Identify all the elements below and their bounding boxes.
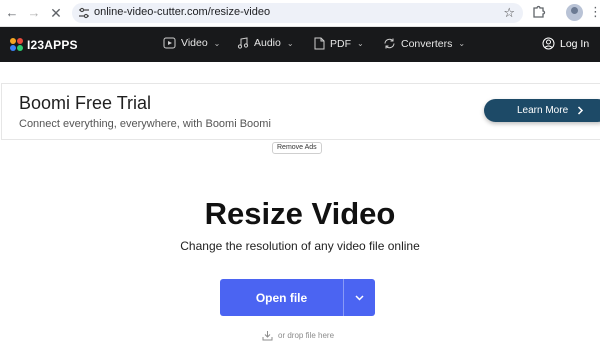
ad-title[interactable]: Boomi Free Trial bbox=[19, 93, 151, 114]
document-icon bbox=[314, 37, 325, 50]
drop-hint-text: or drop file here bbox=[278, 331, 335, 340]
logo[interactable]: I23APPS bbox=[10, 37, 78, 53]
learn-more-label: Learn More bbox=[517, 105, 569, 116]
open-file-dropdown-button[interactable] bbox=[344, 279, 375, 316]
open-file-button-group: Open file bbox=[220, 279, 375, 316]
site-header: I23APPS Video ⌄ Audio ⌄ PDF ⌄ Converters… bbox=[0, 27, 600, 62]
back-arrow-icon[interactable]: ← bbox=[4, 5, 20, 21]
ad-subtitle: Connect everything, everywhere, with Boo… bbox=[19, 118, 271, 130]
address-bar[interactable]: online-video-cutter.com/resize-video ☆ bbox=[72, 3, 523, 23]
logo-dots-icon bbox=[10, 38, 24, 52]
drop-zone-hint: or drop file here bbox=[262, 330, 334, 341]
nav-item-pdf[interactable]: PDF ⌄ bbox=[314, 37, 364, 50]
remove-ads-button[interactable]: Remove Ads bbox=[272, 142, 322, 154]
forward-arrow-icon[interactable]: → bbox=[26, 5, 42, 21]
nav-label-audio: Audio bbox=[254, 37, 281, 49]
page-subtitle: Change the resolution of any video file … bbox=[180, 239, 420, 253]
chevron-down-icon: ⌄ bbox=[458, 39, 466, 48]
nav-item-converters[interactable]: Converters ⌄ bbox=[383, 37, 465, 50]
nav-label-converters: Converters bbox=[401, 37, 453, 50]
login-button[interactable]: Log In bbox=[542, 37, 589, 50]
open-file-button[interactable]: Open file bbox=[220, 279, 343, 316]
convert-icon bbox=[384, 38, 395, 49]
profile-avatar[interactable] bbox=[566, 4, 583, 21]
url-text[interactable]: online-video-cutter.com/resize-video bbox=[94, 6, 270, 18]
chevron-down-icon bbox=[355, 294, 364, 301]
chevron-down-icon: ⌄ bbox=[213, 38, 221, 48]
browser-menu-icon[interactable]: ⋮ bbox=[589, 4, 600, 20]
extensions-puzzle-icon[interactable] bbox=[532, 4, 546, 20]
site-settings-icon[interactable] bbox=[78, 7, 90, 19]
nav-label-video: Video bbox=[181, 37, 208, 49]
login-label: Log In bbox=[560, 37, 590, 50]
user-circle-icon bbox=[542, 37, 555, 50]
nav-label-pdf: PDF bbox=[330, 37, 351, 50]
nav-item-video[interactable]: Video ⌄ bbox=[163, 37, 220, 49]
video-icon bbox=[163, 37, 176, 49]
chevron-down-icon: ⌄ bbox=[286, 38, 294, 48]
browser-toolbar: ← → ✕ online-video-cutter.com/resize-vid… bbox=[0, 0, 600, 27]
stop-loading-icon[interactable]: ✕ bbox=[48, 5, 64, 21]
chevron-right-icon bbox=[578, 106, 584, 115]
logo-text: I23APPS bbox=[27, 38, 78, 52]
learn-more-button[interactable]: Learn More bbox=[484, 99, 600, 122]
music-note-icon bbox=[237, 37, 249, 49]
page-title: Resize Video bbox=[204, 196, 396, 231]
bookmark-star-icon[interactable]: ☆ bbox=[503, 5, 515, 21]
download-tray-icon bbox=[262, 331, 273, 341]
chevron-down-icon: ⌄ bbox=[357, 39, 364, 48]
nav-item-audio[interactable]: Audio ⌄ bbox=[237, 37, 294, 49]
ad-banner[interactable]: Boomi Free Trial Connect everything, eve… bbox=[1, 83, 600, 140]
